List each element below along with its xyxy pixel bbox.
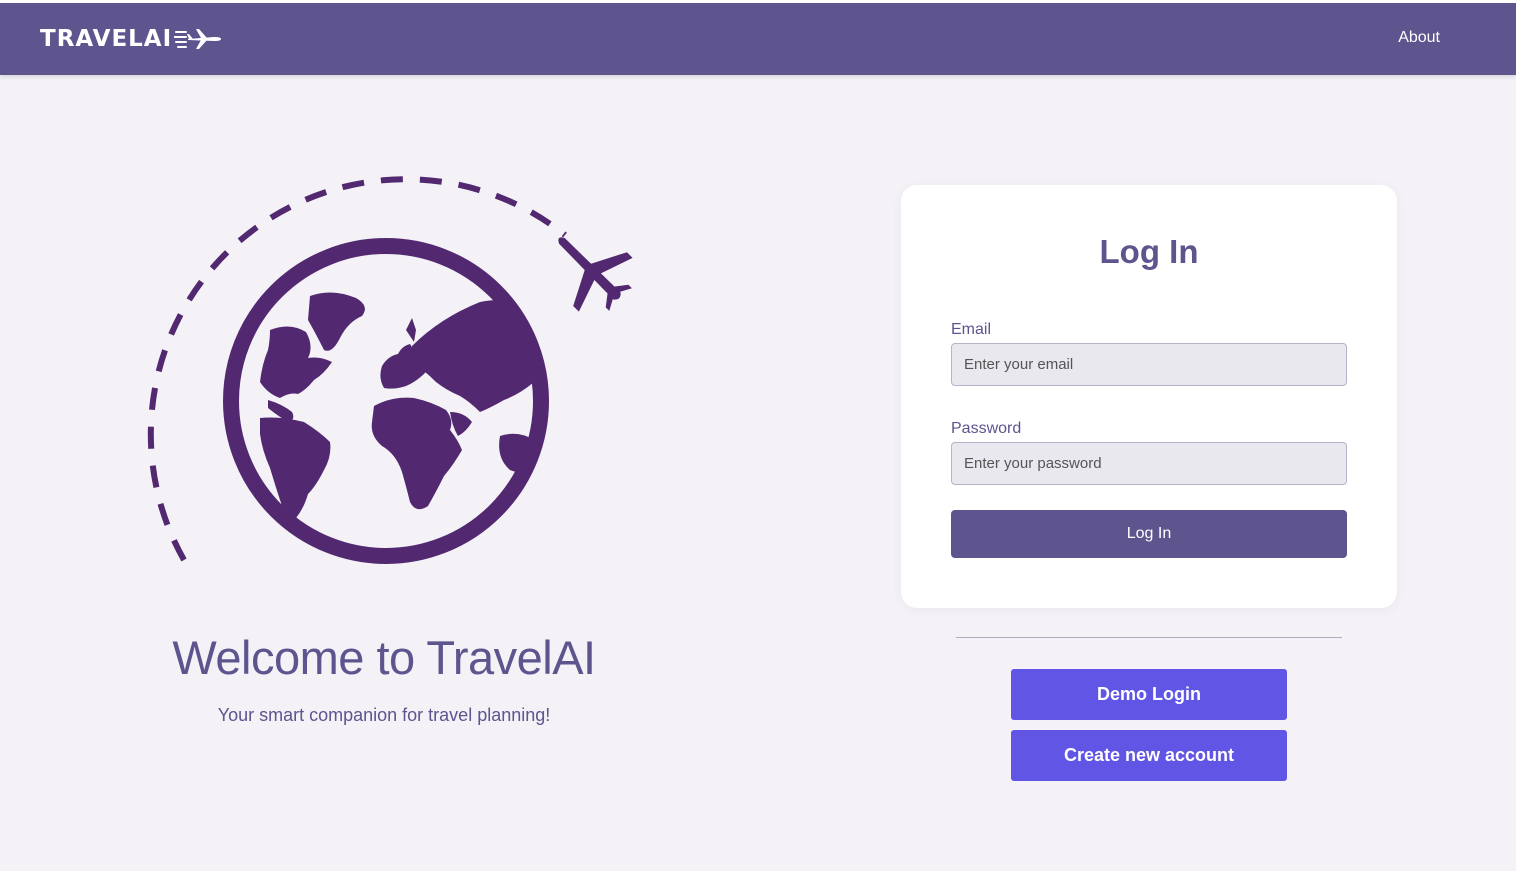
- login-page: TRAVELAI About Welcome to TravelAI Your …: [0, 0, 1518, 871]
- welcome-subtitle: Your smart companion for travel planning…: [217, 705, 551, 725]
- nav-about-link[interactable]: About: [1398, 29, 1440, 47]
- globe-with-airplane-icon: [147, 176, 633, 564]
- login-card: Log In Email Password Log In: [901, 185, 1397, 608]
- logo[interactable]: TRAVELAI: [40, 22, 222, 56]
- login-title: Log In: [1099, 233, 1199, 270]
- logo-text: TRAVELAI: [40, 25, 173, 52]
- password-label: Password: [951, 420, 1022, 437]
- top-navbar: TRAVELAI About: [0, 3, 1516, 75]
- create-account-button[interactable]: Create new account: [1011, 730, 1287, 781]
- email-input[interactable]: [951, 343, 1347, 386]
- email-label: Email: [951, 321, 992, 338]
- password-input[interactable]: [951, 442, 1347, 485]
- login-submit-button[interactable]: Log In: [951, 510, 1347, 558]
- airplane-icon: [174, 29, 222, 49]
- demo-login-button[interactable]: Demo Login: [1011, 669, 1287, 720]
- divider: [956, 637, 1342, 638]
- welcome-heading: Welcome to TravelAI: [172, 631, 596, 684]
